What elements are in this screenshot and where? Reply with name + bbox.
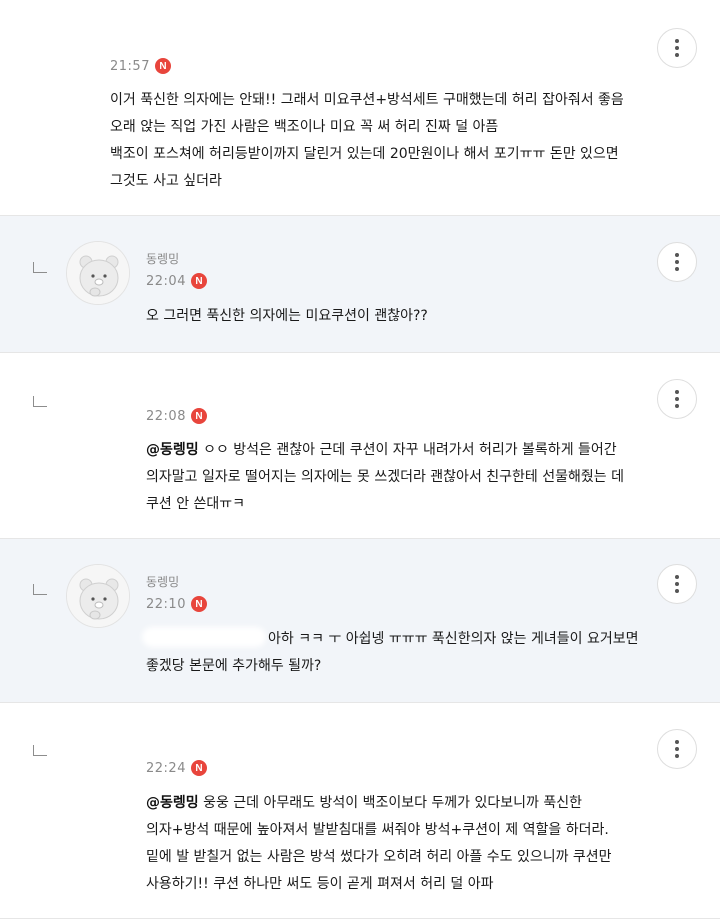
- comment-author[interactable]: 동렝밍: [146, 250, 179, 267]
- reply-arrow-icon: [33, 396, 47, 407]
- avatar[interactable]: [66, 564, 130, 628]
- comment-text: 이거 푹신한 의자에는 안돼!! 그래서 미요쿠션+방석세트 구매했는데 허리 …: [110, 92, 624, 189]
- more-options-button[interactable]: [657, 379, 697, 419]
- comment-time: 22:24: [146, 760, 186, 776]
- comment-meta: 21:57 N: [110, 58, 171, 74]
- comment-text: 오 그러면 푹신한 의자에는 미요쿠션이 괜찮아??: [146, 308, 428, 324]
- comment-text: @동렝밍 ㅇㅇ 방석은 괜찮아 근데 쿠션이 자꾸 내려가서 허리가 볼록하게 …: [146, 442, 624, 512]
- more-options-button[interactable]: [657, 564, 697, 604]
- reply-item: 22:24 N @동렝밍 웅웅 근데 아무래도 방석이 백조이보다 두께가 있다…: [0, 703, 720, 919]
- more-options-button[interactable]: [657, 729, 697, 769]
- comment-item: 21:57 N 이거 푹신한 의자에는 안돼!! 그래서 미요쿠션+방석세트 구…: [0, 0, 720, 216]
- new-badge: N: [190, 596, 207, 612]
- reply-arrow-icon: [33, 745, 47, 756]
- bear-avatar-icon: [67, 565, 129, 627]
- comment-time: 22:10: [146, 596, 186, 612]
- comment-meta: 22:04 N: [146, 273, 207, 289]
- reply-item: 동렝밍 22:10 N 아하 ㅋㅋ ㅜ 아쉽넹 ㅠㅠㅠ 푹신한의자 앉는 게녀들…: [0, 539, 720, 703]
- comment-meta: 22:08 N: [146, 408, 207, 424]
- comment-meta: 22:10 N: [146, 596, 207, 612]
- more-vertical-icon: [675, 390, 679, 394]
- reply-arrow-icon: [33, 262, 47, 273]
- comment-time: 22:04: [146, 273, 186, 289]
- more-vertical-icon: [675, 575, 679, 579]
- comment-author[interactable]: 동렝밍: [146, 573, 179, 590]
- more-options-button[interactable]: [657, 242, 697, 282]
- more-vertical-icon: [675, 39, 679, 43]
- more-vertical-icon: [675, 253, 679, 257]
- new-badge: N: [190, 273, 207, 289]
- reply-arrow-icon: [33, 584, 47, 595]
- new-badge: N: [190, 408, 207, 424]
- mention-link[interactable]: @동렝밍: [146, 795, 199, 811]
- more-vertical-icon: [675, 740, 679, 744]
- more-options-button[interactable]: [657, 28, 697, 68]
- comment-meta: 22:24 N: [146, 760, 207, 776]
- new-badge: N: [190, 760, 207, 776]
- reply-item: 동렝밍 22:04 N 오 그러면 푹신한 의자에는 미요쿠션이 괜찮아??: [0, 216, 720, 353]
- comment-text: @동렝밍 웅웅 근데 아무래도 방석이 백조이보다 두께가 있다보니까 푹신한 의…: [146, 795, 612, 892]
- comment-time: 21:57: [110, 58, 150, 74]
- comment-time: 22:08: [146, 408, 186, 424]
- comment-text: 아하 ㅋㅋ ㅜ 아쉽넹 ㅠㅠㅠ 푹신한의자 앉는 게녀들이 요거보면 좋겠당 본문…: [146, 631, 639, 674]
- bear-avatar-icon: [67, 242, 129, 304]
- mention-link[interactable]: @동렝밍: [146, 442, 199, 458]
- reply-item: 22:08 N @동렝밍 ㅇㅇ 방석은 괜찮아 근데 쿠션이 자꾸 내려가서 허…: [0, 353, 720, 539]
- avatar[interactable]: [66, 241, 130, 305]
- new-badge: N: [154, 58, 171, 74]
